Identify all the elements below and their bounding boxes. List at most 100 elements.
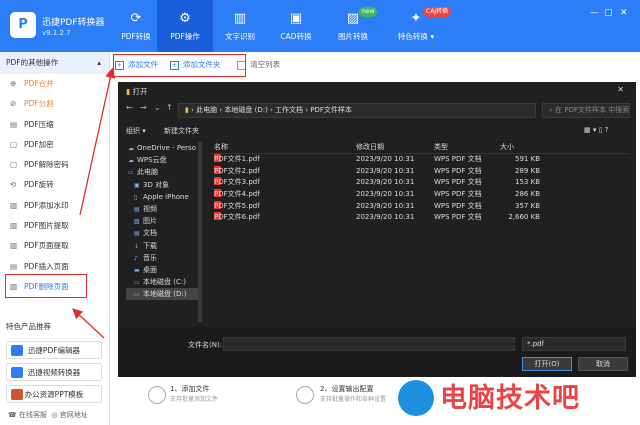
tree-item[interactable]: ▭ 此电脑 <box>126 166 200 178</box>
sidebar-item[interactable]: ▨ PDF图片提取 <box>0 216 109 236</box>
sidebar-item[interactable]: ▢ PDF加密 <box>0 135 109 155</box>
website-link[interactable]: ◎ 官网地址 <box>51 411 87 419</box>
watermark-text: 电脑技术吧 <box>440 383 580 414</box>
folder-tree: ☁ OneDrive - Perso ☁ WPS云盘 ▭ 此电脑 ▣ 3D 对象 ▯ Apple … <box>126 142 200 327</box>
nav-cad-convert[interactable]: ▣ CAD转换 <box>268 0 324 52</box>
step-1: 1、添加文件 支持批量添加文件 <box>170 385 219 403</box>
sidebar-item-icon: ⊘ <box>10 99 17 109</box>
tree-item[interactable]: ▤ 文档 <box>126 227 200 239</box>
tree-item[interactable]: ▣ 3D 对象 <box>126 179 200 191</box>
organize-menu[interactable]: 组织 ▾ <box>126 126 146 136</box>
sidebar-item[interactable]: ▢ PDF解除密码 <box>0 155 109 175</box>
column-date[interactable]: 修改日期 <box>356 140 384 154</box>
file-list: 名称 修改日期 类型 大小 PDF文件1.pdf 2023/9/20 10:31 W… <box>210 140 630 224</box>
add-file-step-icon <box>148 386 166 404</box>
app-version: v9.1.2.7 <box>42 29 71 37</box>
featured-pdf-editor[interactable]: 迅捷PDF编辑器 <box>6 341 102 359</box>
restore-button[interactable]: ▢ <box>604 8 613 18</box>
video-converter-icon <box>11 367 23 378</box>
open-dialog: ▮ 打开 ✕ ← → ⌄ ↑ ▮ › 此电脑 › 本地磁盘 (D:) › 工作文… <box>118 82 636 377</box>
nav-ocr[interactable]: ▥ 文字识别 <box>212 0 268 52</box>
gear-icon: ⚙ <box>179 11 191 26</box>
folder-icon: ▮ <box>126 87 131 96</box>
caj-badge: CAJ转换 <box>423 7 452 17</box>
new-folder-button[interactable]: 新建文件夹 <box>164 126 199 136</box>
tree-item[interactable]: ↓ 下载 <box>126 240 200 252</box>
tree-item[interactable]: ♪ 音乐 <box>126 252 200 264</box>
tree-item[interactable]: ▯ Apple iPhone <box>126 191 200 203</box>
settings-step-icon <box>296 386 314 404</box>
close-button[interactable]: ✕ <box>620 8 628 18</box>
tree-item-icon: ▧ <box>134 218 140 226</box>
tree-item[interactable]: ☁ WPS云盘 <box>126 154 200 166</box>
cancel-button[interactable]: 取消 <box>578 357 628 371</box>
tree-item-icon: ☁ <box>128 145 134 152</box>
ppt-icon <box>11 389 23 400</box>
file-row[interactable]: PDF文件3.pdf 2023/9/20 10:31 WPS PDF 文档 153 K… <box>210 177 630 189</box>
tree-item[interactable]: ☁ OneDrive - Perso <box>126 142 200 154</box>
dialog-close-button[interactable]: ✕ <box>617 85 624 94</box>
folder-icon: ▮ <box>185 106 189 114</box>
file-row[interactable]: PDF文件5.pdf 2023/9/20 10:31 WPS PDF 文档 357 K… <box>210 200 630 213</box>
search-input[interactable]: ⌕ 在 PDF文件样本 中搜索 <box>542 103 630 118</box>
view-options-icon[interactable]: ▦ ▾ ▯ ? <box>584 126 608 134</box>
sidebar-item-icon: ⊕ <box>10 79 17 88</box>
sidebar-item[interactable]: ⊕ PDF合并 <box>0 74 109 94</box>
tree-item-icon: ▭ <box>134 291 140 299</box>
highlight-box <box>113 54 246 77</box>
dialog-title: ▮ 打开 <box>126 87 148 96</box>
sidebar-item[interactable]: ▤ PDF压缩 <box>0 115 109 135</box>
nav-pdf-operate[interactable]: ⚙ PDF操作 <box>157 0 213 52</box>
tree-item-icon: ♪ <box>134 254 138 262</box>
waveform-icon: ▥ <box>233 11 247 26</box>
sidebar: PDF的其他操作 ▴ ⊕ PDF合并 ⊘ PDF分割 ▤ PDF压缩 ▢ PDF加密 ▢ PDF解除… <box>0 52 110 425</box>
sidebar-header[interactable]: PDF的其他操作 ▴ <box>0 52 109 74</box>
tree-scrollbar[interactable] <box>198 142 202 322</box>
sidebar-item[interactable]: ▧ PDF添加水印 <box>0 196 109 216</box>
cad-icon: ▣ <box>289 11 303 26</box>
tree-item-icon: ▤ <box>134 230 140 238</box>
column-name[interactable]: 名称 <box>214 140 228 154</box>
dialog-footer: 文件名(N): *.pdf 打开(O) 取消 <box>118 327 636 377</box>
column-size[interactable]: 大小 <box>500 140 514 154</box>
tree-item[interactable]: ▬ 桌面 <box>126 264 200 276</box>
back-button[interactable]: ← <box>126 103 133 112</box>
nav-pdf-convert[interactable]: ⟳ PDF转换 <box>108 0 164 52</box>
sidebar-item-icon: ▢ <box>10 160 18 170</box>
filetype-select[interactable]: *.pdf <box>522 337 626 351</box>
tree-item[interactable]: ▤ 视频 <box>126 203 200 215</box>
highlight-box <box>5 274 87 298</box>
nav-special-convert[interactable]: ✦ 特色转换 ▾ CAJ转换 <box>385 0 452 52</box>
tree-item-icon: ▭ <box>134 279 140 287</box>
minimize-button[interactable]: — <box>590 8 599 18</box>
new-badge: new <box>359 7 378 17</box>
file-row[interactable]: PDF文件4.pdf 2023/9/20 10:31 WPS PDF 文档 286 K… <box>210 189 630 201</box>
file-row[interactable]: PDF文件1.pdf 2023/9/20 10:31 WPS PDF 文档 591 K… <box>210 154 630 166</box>
sidebar-item[interactable]: ⟲ PDF旋转 <box>0 175 109 195</box>
tree-item-icon: ▣ <box>134 181 140 189</box>
online-service-link[interactable]: ☎ 在线客服 <box>8 411 47 419</box>
featured-video-converter[interactable]: 迅捷视频转换器 <box>6 363 102 381</box>
nav-image-convert[interactable]: ▨ 图片转换 new <box>325 0 381 52</box>
filename-input[interactable] <box>223 337 515 351</box>
featured-ppt-templates[interactable]: 办公资源PPT模板 <box>6 385 102 403</box>
sidebar-footer: ☎ 在线客服 ◎ 官网地址 <box>8 410 88 420</box>
sidebar-item[interactable]: ⊘ PDF分割 <box>0 94 109 114</box>
tree-item-icon: ☁ <box>128 157 134 165</box>
forward-button[interactable]: → <box>140 103 147 112</box>
column-type[interactable]: 类型 <box>434 140 448 154</box>
address-bar[interactable]: ▮ › 此电脑 › 本地磁盘 (D:) › 工作文档 › PDF文件样本 <box>178 103 536 118</box>
file-row[interactable]: PDF文件2.pdf 2023/9/20 10:31 WPS PDF 文档 289 K… <box>210 165 630 178</box>
sidebar-item[interactable]: ▨ PDF页面提取 <box>0 236 109 256</box>
open-button[interactable]: 打开(O) <box>522 357 572 371</box>
up-button[interactable]: ↑ <box>166 103 173 112</box>
sidebar-item-icon: ▢ <box>10 139 18 149</box>
sidebar-item-icon: ▧ <box>10 200 18 210</box>
tree-item-icon: ↓ <box>134 242 140 250</box>
tree-item[interactable]: ▧ 图片 <box>126 215 200 227</box>
tree-item[interactable]: ▭ 本地磁盘 (D:) <box>126 288 200 301</box>
tree-item[interactable]: ▭ 本地磁盘 (C:) <box>126 276 200 288</box>
featured-header: 特色产品推荐 <box>6 322 51 331</box>
file-row[interactable]: PDF文件6.pdf 2023/9/20 10:31 WPS PDF 文档 2,660… <box>210 212 630 224</box>
recent-dropdown[interactable]: ⌄ <box>154 103 161 112</box>
